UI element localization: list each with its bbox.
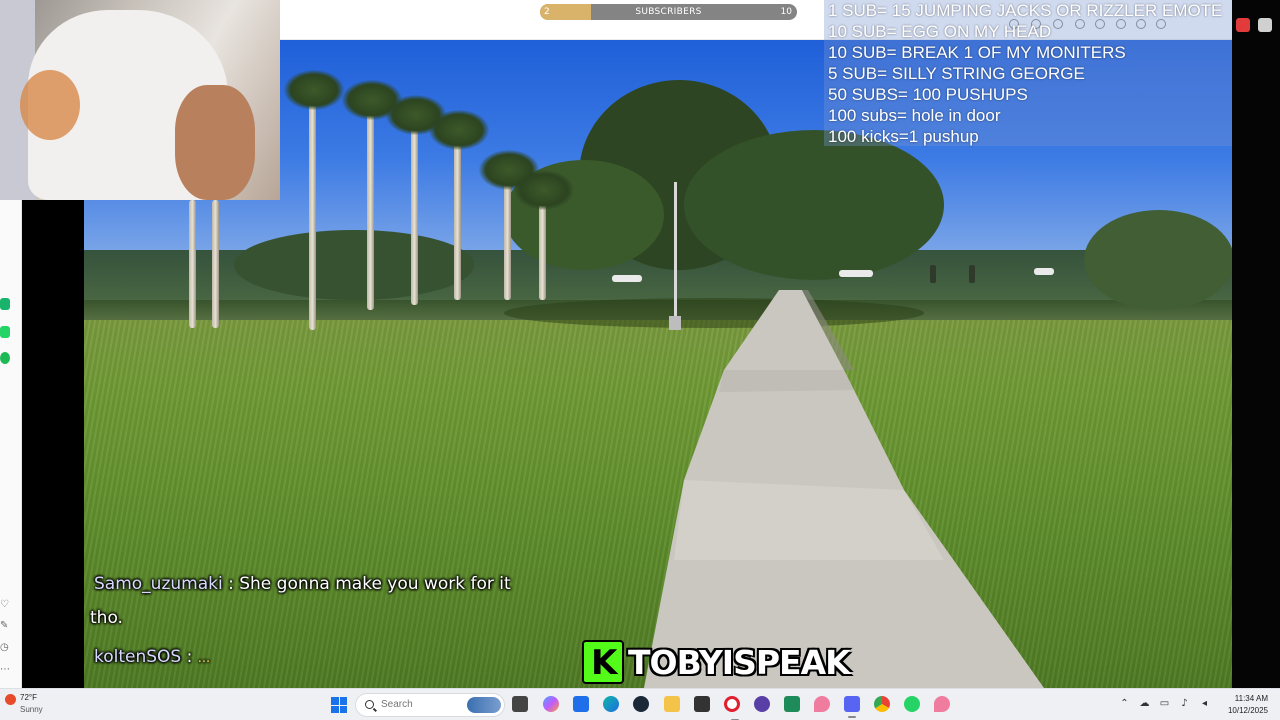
- subscriber-goal-target: 10: [780, 7, 792, 17]
- streamer-brand: K TOBYISPEAK: [582, 639, 851, 685]
- cloud-icon[interactable]: ☁: [1138, 697, 1151, 710]
- taskbar-clock[interactable]: 11:34 AM 10/12/2025: [1218, 693, 1268, 717]
- map-pin-icon-2[interactable]: [934, 696, 950, 712]
- weather-icon: [5, 694, 16, 705]
- desktop-screen: ♡ ✎ ◷ ⋯ 2 SUBSCRIBERS 10 1 SUB= 15 JUMPI…: [0, 0, 1280, 720]
- chrome-icon[interactable]: [874, 696, 890, 712]
- display-icon[interactable]: ▭: [1158, 697, 1171, 710]
- discord-icon[interactable]: [844, 696, 860, 718]
- edit-icon[interactable]: ✎: [0, 621, 8, 631]
- windows-taskbar: 72°F Sunny ⌃ ☁ ▭ ♪ ◂ 11:34: [0, 688, 1280, 720]
- folder-icon[interactable]: [664, 696, 680, 712]
- more-icon[interactable]: ⋯: [0, 665, 10, 675]
- kick-logo-letter: K: [591, 643, 618, 683]
- weather-widget[interactable]: 72°F Sunny: [4, 692, 64, 718]
- streamer-name: TOBYISPEAK: [628, 642, 851, 682]
- weather-temperature: 72°F: [20, 693, 37, 702]
- search-highlight-image: [467, 697, 501, 713]
- chat-text: She gonna make you work for it: [239, 574, 511, 594]
- extension-icon[interactable]: [1236, 18, 1250, 32]
- sub-goals-list: 1 SUB= 15 JUMPING JACKS OR RIZZLER EMOTE…: [828, 0, 1222, 147]
- goal-item: 5 SUB= SILLY STRING GEORGE: [828, 64, 1085, 83]
- history-icon[interactable]: ◷: [0, 643, 9, 653]
- kick-logo-icon: K: [582, 640, 624, 684]
- chat-message: koltenSOS : ...: [94, 647, 210, 667]
- chat-username: koltenSOS: [94, 647, 182, 667]
- goal-item: 1 SUB= 15 JUMPING JACKS OR RIZZLER EMOTE: [828, 1, 1223, 20]
- chat-message-continuation: tho.: [90, 608, 123, 628]
- edge-icon[interactable]: [603, 696, 619, 712]
- goal-item: 100 kicks=1 pushup: [828, 127, 979, 146]
- store-icon[interactable]: [573, 696, 589, 712]
- taskview-icon[interactable]: [512, 696, 528, 712]
- webcam-arm: [175, 85, 255, 200]
- chat-separator: :: [186, 647, 193, 667]
- webcam-shirt-print: [20, 70, 80, 140]
- volume-icon[interactable]: ◂: [1198, 697, 1211, 710]
- clock-time: 11:34 AM: [1234, 694, 1268, 703]
- heart-icon[interactable]: ♡: [0, 600, 9, 610]
- chat-emote: ...: [197, 651, 211, 666]
- goal-item: 10 SUB= EGG ON MY HEAD: [828, 22, 1052, 41]
- game-icon[interactable]: [694, 696, 710, 712]
- goal-item: 100 subs= hole in door: [828, 106, 1001, 125]
- map-pin-icon[interactable]: [814, 696, 830, 712]
- clock-date: 10/12/2025: [1227, 706, 1268, 715]
- opera-icon[interactable]: [724, 696, 740, 720]
- spotify-icon[interactable]: [0, 352, 10, 364]
- goal-item: 50 SUBS= 100 PUSHUPS: [828, 85, 1028, 104]
- microphone-icon[interactable]: ♪: [1178, 697, 1191, 710]
- app-icon[interactable]: [754, 696, 770, 712]
- search-input[interactable]: [381, 699, 461, 710]
- webcam-overlay: [0, 0, 280, 200]
- chat-username: Samo_uzumaki: [94, 574, 223, 594]
- subscriber-goal-label: SUBSCRIBERS: [635, 7, 702, 17]
- whatsapp-icon[interactable]: [904, 696, 920, 712]
- search-icon: [365, 700, 374, 709]
- subscriber-goal-bar: 2 SUBSCRIBERS 10: [540, 4, 797, 20]
- copilot-icon[interactable]: [543, 696, 559, 712]
- weather-condition: Sunny: [20, 705, 43, 714]
- app-icon-2[interactable]: [784, 696, 800, 712]
- whatsapp-icon[interactable]: [0, 326, 10, 338]
- chevron-up-icon[interactable]: ⌃: [1118, 697, 1131, 710]
- sidebar-app-icon[interactable]: [0, 298, 10, 310]
- chat-separator: :: [228, 574, 234, 594]
- chat-message: Samo_uzumaki : She gonna make you work f…: [94, 574, 511, 594]
- browser-right-bar: [1232, 0, 1280, 688]
- goal-item: 10 SUB= BREAK 1 OF MY MONITERS: [828, 43, 1126, 62]
- steam-icon[interactable]: [633, 696, 649, 712]
- system-tray: ⌃ ☁ ▭ ♪ ◂: [1118, 697, 1211, 710]
- windows-start-button[interactable]: [331, 697, 347, 713]
- taskbar-search[interactable]: [355, 693, 505, 717]
- extension-icon-2[interactable]: [1258, 18, 1272, 32]
